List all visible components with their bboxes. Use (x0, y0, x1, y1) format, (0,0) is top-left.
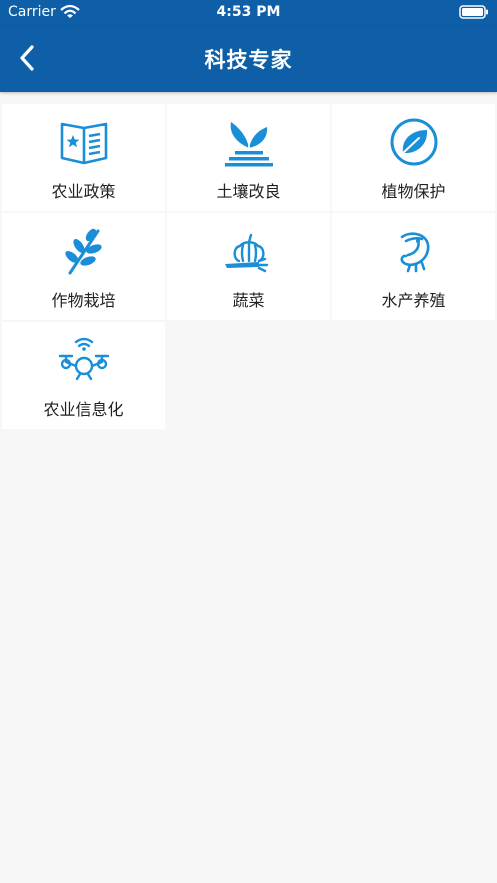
vegetables-icon (225, 233, 269, 273)
category-label: 农业信息化 (43, 400, 124, 419)
category-vegetables[interactable]: 蔬菜 (167, 213, 330, 320)
category-label: 作物栽培 (51, 291, 116, 310)
category-label: 水产养殖 (381, 291, 446, 310)
wheat-branch-icon (65, 228, 102, 275)
category-plant-protection[interactable]: 植物保护 (332, 104, 495, 211)
drone-icon (58, 337, 110, 381)
page-title: 科技专家 (204, 48, 293, 72)
shrimp-icon (400, 232, 430, 273)
category-label: 植物保护 (381, 182, 446, 201)
category-agri-informatization[interactable]: 农业信息化 (2, 322, 165, 429)
status-time: 4:53 PM (216, 4, 281, 20)
category-soil-improvement[interactable]: 土壤改良 (167, 104, 330, 211)
navigation-bar: 科技专家 (0, 26, 497, 92)
policy-book-icon (60, 122, 108, 165)
category-aquaculture[interactable]: 水产养殖 (332, 213, 495, 320)
category-agri-policy[interactable]: 农业政策 (2, 104, 165, 211)
category-label: 土壤改良 (216, 182, 281, 201)
battery-icon (459, 5, 488, 19)
leaf-circle-icon (390, 118, 438, 166)
category-label: 农业政策 (51, 182, 116, 201)
category-crop-cultivation[interactable]: 作物栽培 (2, 213, 165, 320)
sprout-soil-icon (225, 122, 273, 167)
category-label: 蔬菜 (232, 291, 265, 310)
status-bar: Carrier 4:53 PM (0, 0, 497, 26)
